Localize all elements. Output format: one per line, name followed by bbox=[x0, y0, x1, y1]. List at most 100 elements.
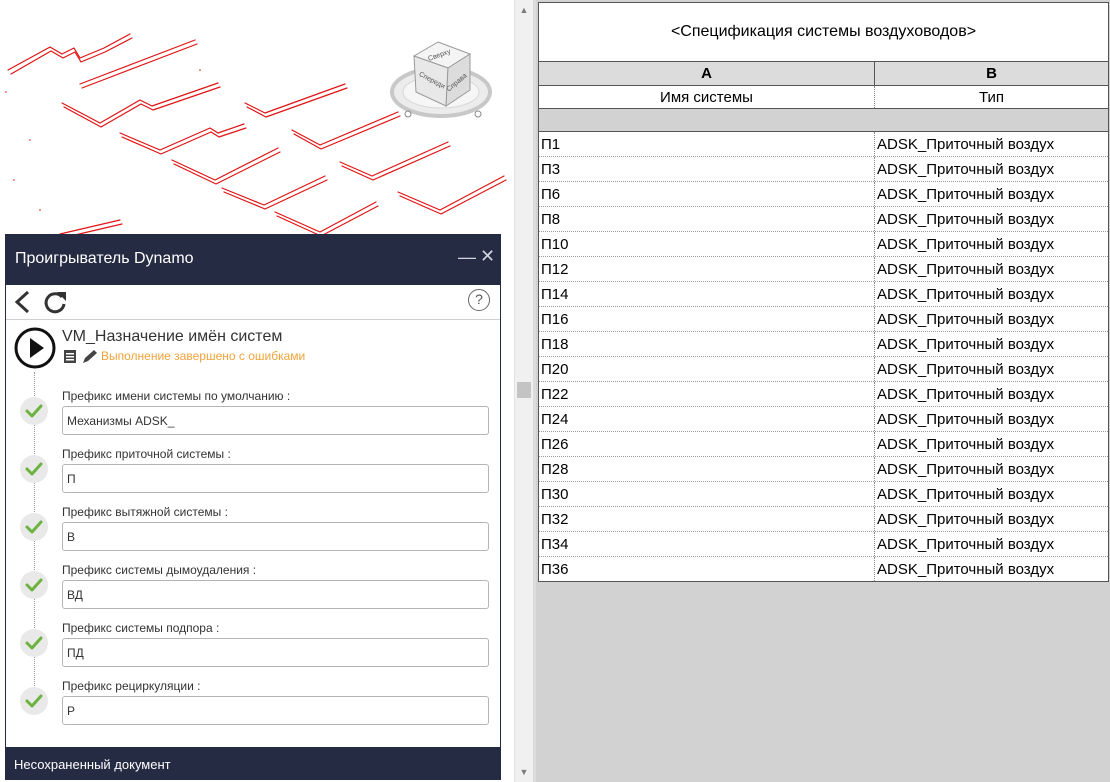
system-name-cell[interactable]: П14 bbox=[539, 282, 875, 306]
prefix-input[interactable] bbox=[62, 406, 489, 435]
script-name: VM_Назначение имён систем bbox=[62, 328, 283, 345]
check-icon bbox=[20, 571, 48, 599]
system-name-cell[interactable]: П24 bbox=[539, 407, 875, 431]
scroll-up-icon[interactable]: ▲ bbox=[515, 2, 533, 18]
document-icon[interactable] bbox=[64, 350, 76, 363]
pencil-icon[interactable] bbox=[83, 350, 97, 363]
duct-run bbox=[397, 175, 507, 215]
table-row[interactable]: П10 ADSK_Приточный воздух bbox=[539, 232, 1108, 257]
vertical-scrollbar[interactable]: ▲ ▼ bbox=[514, 0, 533, 782]
scroll-down-icon[interactable]: ▼ bbox=[515, 764, 533, 780]
system-type-cell[interactable]: ADSK_Приточный воздух bbox=[875, 257, 1108, 281]
system-type-cell[interactable]: ADSK_Приточный воздух bbox=[875, 432, 1108, 456]
system-type-cell[interactable]: ADSK_Приточный воздух bbox=[875, 282, 1108, 306]
system-type-cell[interactable]: ADSK_Приточный воздух bbox=[875, 407, 1108, 431]
column-letter[interactable]: B bbox=[875, 62, 1108, 85]
schedule-title[interactable]: <Спецификация системы воздуховодов> bbox=[539, 3, 1108, 62]
system-type-cell[interactable]: ADSK_Приточный воздух bbox=[875, 457, 1108, 481]
schedule-table: <Спецификация системы воздуховодов> A B … bbox=[538, 2, 1109, 582]
minimize-button[interactable]: — bbox=[458, 247, 476, 268]
system-name-cell[interactable]: П1 bbox=[539, 132, 875, 156]
system-name-cell[interactable]: П20 bbox=[539, 357, 875, 381]
table-row[interactable]: П36 ADSK_Приточный воздух bbox=[539, 557, 1108, 581]
system-type-cell[interactable]: ADSK_Приточный воздух bbox=[875, 307, 1108, 331]
system-name-cell[interactable]: П32 bbox=[539, 507, 875, 531]
duct-run bbox=[7, 33, 133, 75]
duct-run bbox=[171, 147, 281, 185]
system-name-cell[interactable]: П30 bbox=[539, 482, 875, 506]
panel-titlebar[interactable]: Проигрыватель Dynamo — ✕ bbox=[6, 235, 500, 285]
table-row[interactable]: П20 ADSK_Приточный воздух bbox=[539, 357, 1108, 382]
duct-run bbox=[79, 39, 198, 89]
3d-viewport[interactable]: Сверху Справа Спереди Проигрыватель Dyna… bbox=[0, 0, 512, 782]
schedule-rows: П1 ADSK_Приточный воздух П3 ADSK_Приточный … bbox=[539, 132, 1108, 581]
scroll-thumb[interactable] bbox=[517, 382, 531, 398]
input-label: Префикс системы дымоудаления : bbox=[62, 563, 257, 577]
table-row[interactable]: П22 ADSK_Приточный воздух bbox=[539, 382, 1108, 407]
table-row[interactable]: П8 ADSK_Приточный воздух bbox=[539, 207, 1108, 232]
system-type-cell[interactable]: ADSK_Приточный воздух bbox=[875, 332, 1108, 356]
system-name-cell[interactable]: П16 bbox=[539, 307, 875, 331]
prefix-input[interactable] bbox=[62, 696, 489, 725]
system-type-cell[interactable]: ADSK_Приточный воздух bbox=[875, 532, 1108, 556]
system-type-cell[interactable]: ADSK_Приточный воздух bbox=[875, 182, 1108, 206]
table-row[interactable]: П24 ADSK_Приточный воздух bbox=[539, 407, 1108, 432]
input-row: Префикс имени системы по умолчанию : bbox=[6, 389, 500, 447]
system-name-cell[interactable]: П10 bbox=[539, 232, 875, 256]
system-name-cell[interactable]: П12 bbox=[539, 257, 875, 281]
system-name-cell[interactable]: П8 bbox=[539, 207, 875, 231]
table-row[interactable]: П18 ADSK_Приточный воздух bbox=[539, 332, 1108, 357]
table-row[interactable]: П6 ADSK_Приточный воздух bbox=[539, 182, 1108, 207]
system-name-cell[interactable]: П26 bbox=[539, 432, 875, 456]
system-name-cell[interactable]: П3 bbox=[539, 157, 875, 181]
viewcube-icon[interactable]: Сверху Справа Спереди bbox=[388, 36, 496, 124]
table-row[interactable]: П34 ADSK_Приточный воздух bbox=[539, 532, 1108, 557]
prefix-input[interactable] bbox=[62, 464, 489, 493]
panel-footer: Несохраненный документ bbox=[6, 747, 500, 779]
table-row[interactable]: П26 ADSK_Приточный воздух bbox=[539, 432, 1108, 457]
schedule-spacer-row bbox=[539, 109, 1108, 132]
prefix-input[interactable] bbox=[62, 522, 489, 551]
duct-run bbox=[244, 83, 348, 118]
schedule-view[interactable]: <Спецификация системы воздуховодов> A B … bbox=[536, 0, 1110, 782]
table-row[interactable]: П1 ADSK_Приточный воздух bbox=[539, 132, 1108, 157]
system-type-cell[interactable]: ADSK_Приточный воздух bbox=[875, 357, 1108, 381]
back-button[interactable] bbox=[12, 289, 34, 315]
input-row: Префикс приточной системы : bbox=[6, 447, 500, 505]
system-type-cell[interactable]: ADSK_Приточный воздух bbox=[875, 207, 1108, 231]
system-name-cell[interactable]: П34 bbox=[539, 532, 875, 556]
table-row[interactable]: П28 ADSK_Приточный воздух bbox=[539, 457, 1108, 482]
column-letter[interactable]: A bbox=[539, 62, 875, 85]
prefix-input[interactable] bbox=[62, 638, 489, 667]
prefix-input[interactable] bbox=[62, 580, 489, 609]
table-row[interactable]: П3 ADSK_Приточный воздух bbox=[539, 157, 1108, 182]
duct-run bbox=[291, 111, 401, 150]
system-name-cell[interactable]: П36 bbox=[539, 557, 875, 581]
column-header[interactable]: Имя системы bbox=[539, 86, 875, 108]
system-name-cell[interactable]: П6 bbox=[539, 182, 875, 206]
table-row[interactable]: П12 ADSK_Приточный воздух bbox=[539, 257, 1108, 282]
input-row: Префикс системы дымоудаления : bbox=[6, 563, 500, 621]
table-row[interactable]: П32 ADSK_Приточный воздух bbox=[539, 507, 1108, 532]
refresh-button[interactable] bbox=[42, 288, 68, 316]
system-type-cell[interactable]: ADSK_Приточный воздух bbox=[875, 507, 1108, 531]
system-type-cell[interactable]: ADSK_Приточный воздух bbox=[875, 557, 1108, 581]
table-row[interactable]: П30 ADSK_Приточный воздух bbox=[539, 482, 1108, 507]
system-type-cell[interactable]: ADSK_Приточный воздух bbox=[875, 482, 1108, 506]
run-status: Выполнение завершено с ошибками bbox=[101, 349, 306, 363]
system-type-cell[interactable]: ADSK_Приточный воздух bbox=[875, 157, 1108, 181]
panel-toolbar: ? bbox=[6, 285, 500, 320]
system-name-cell[interactable]: П18 bbox=[539, 332, 875, 356]
system-type-cell[interactable]: ADSK_Приточный воздух bbox=[875, 382, 1108, 406]
close-button[interactable]: ✕ bbox=[480, 246, 495, 267]
play-button[interactable] bbox=[14, 327, 56, 369]
help-icon[interactable]: ? bbox=[468, 289, 490, 311]
system-type-cell[interactable]: ADSK_Приточный воздух bbox=[875, 232, 1108, 256]
column-header[interactable]: Тип bbox=[875, 86, 1108, 108]
table-row[interactable]: П16 ADSK_Приточный воздух bbox=[539, 307, 1108, 332]
check-icon bbox=[20, 687, 48, 715]
system-type-cell[interactable]: ADSK_Приточный воздух bbox=[875, 132, 1108, 156]
table-row[interactable]: П14 ADSK_Приточный воздух bbox=[539, 282, 1108, 307]
system-name-cell[interactable]: П28 bbox=[539, 457, 875, 481]
system-name-cell[interactable]: П22 bbox=[539, 382, 875, 406]
